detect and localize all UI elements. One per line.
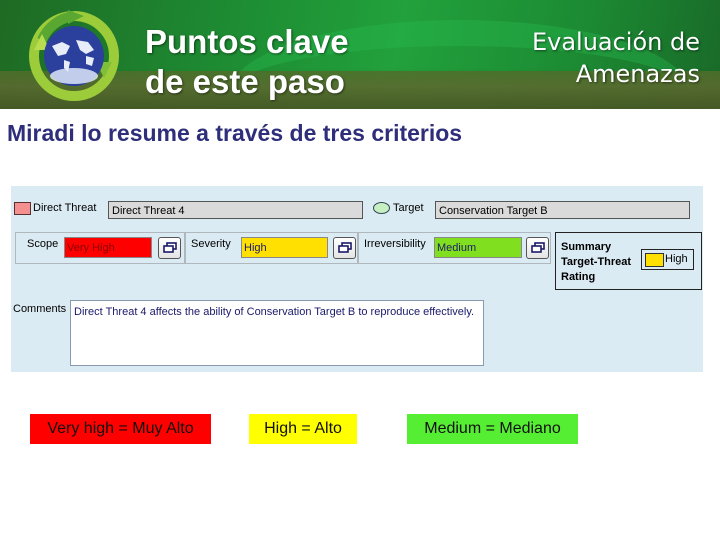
summary-label-line3: Rating bbox=[561, 271, 596, 283]
summary-rating-badge: High bbox=[641, 249, 694, 270]
section-title-line2: Amenazas bbox=[575, 60, 700, 88]
comments-label: Comments bbox=[13, 303, 67, 315]
irreversibility-label: Irreversibility bbox=[364, 238, 426, 250]
key-points-title-line1: Puntos clave bbox=[145, 23, 349, 60]
irreversibility-group: Irreversibility Medium bbox=[358, 232, 551, 264]
summary-label: Summary Target-Threat Rating bbox=[561, 240, 631, 285]
severity-popup-button[interactable] bbox=[333, 237, 356, 259]
window-restore-icon bbox=[338, 242, 352, 253]
recycling-globe-icon bbox=[29, 10, 119, 101]
scope-popup-button[interactable] bbox=[158, 237, 181, 259]
severity-group: Severity High bbox=[185, 232, 358, 264]
legend-medium: Medium = Mediano bbox=[407, 414, 578, 444]
direct-threat-swatch-icon bbox=[14, 202, 31, 215]
header-banner: Puntos clave de este paso Evaluación de … bbox=[0, 0, 720, 109]
severity-value[interactable]: High bbox=[241, 237, 328, 258]
scope-value[interactable]: Very High bbox=[64, 237, 152, 258]
scope-label: Scope bbox=[27, 238, 59, 250]
summary-label-line1: Summary bbox=[561, 241, 612, 253]
comments-textarea[interactable]: Direct Threat 4 affects the ability of C… bbox=[70, 300, 484, 366]
key-points-title: Puntos clave de este paso bbox=[145, 22, 349, 102]
miradi-threat-rating-panel: Direct Threat Direct Threat 4 Target Con… bbox=[11, 186, 703, 372]
irreversibility-value[interactable]: Medium bbox=[434, 237, 522, 258]
slide-subtitle: Miradi lo resume a través de tres criter… bbox=[7, 120, 463, 146]
severity-label: Severity bbox=[191, 238, 231, 250]
section-title-line1: Evaluación de bbox=[531, 28, 700, 56]
threat-target-row: Direct Threat Direct Threat 4 Target Con… bbox=[11, 200, 703, 222]
target-oval-icon bbox=[373, 202, 390, 214]
direct-threat-field[interactable]: Direct Threat 4 bbox=[108, 201, 363, 219]
summary-label-line2: Target-Threat bbox=[561, 256, 632, 268]
window-restore-icon bbox=[163, 242, 177, 253]
key-points-title-line2: de este paso bbox=[145, 63, 345, 100]
legend-high: High = Alto bbox=[249, 414, 357, 444]
window-restore-icon bbox=[531, 242, 545, 253]
direct-threat-label: Direct Threat bbox=[33, 202, 97, 214]
summary-rating-box: Summary Target-Threat Rating High bbox=[555, 232, 702, 290]
scope-group: Scope Very High bbox=[15, 232, 185, 264]
legend-very-high: Very high = Muy Alto bbox=[30, 414, 211, 444]
summary-rating-swatch-icon bbox=[645, 253, 664, 267]
target-field[interactable]: Conservation Target B bbox=[435, 201, 690, 219]
section-title: Evaluación de Amenazas bbox=[532, 26, 700, 90]
summary-rating-value: High bbox=[665, 253, 688, 265]
target-label: Target bbox=[393, 202, 424, 214]
irreversibility-popup-button[interactable] bbox=[526, 237, 549, 259]
